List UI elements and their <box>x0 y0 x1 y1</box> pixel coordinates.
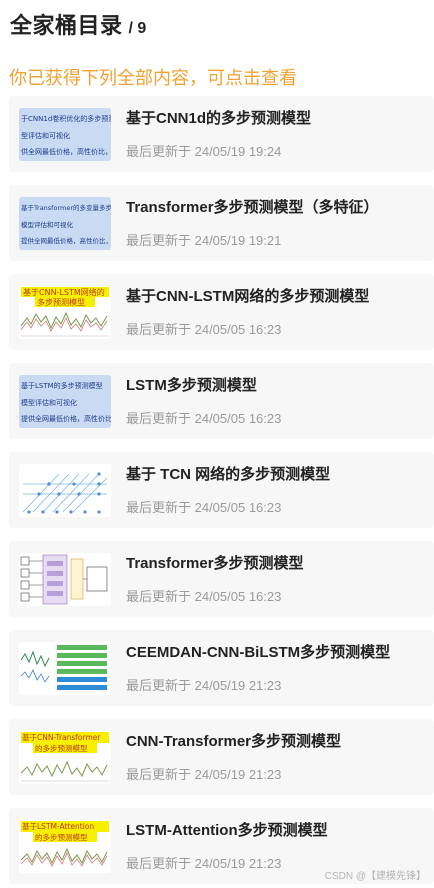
item-updated: 最后更新于 24/05/19 21:23 <box>126 766 282 782</box>
thumb-text: 多步预测模型 <box>37 297 85 307</box>
thumb-text: 型评估和可视化 <box>21 131 70 140</box>
item-updated: 最后更新于 24/05/19 21:23 <box>126 855 282 871</box>
list-item[interactable]: CEEMDAN-CNN-BiLSTM多步预测模型 最后更新于 24/05/19 … <box>9 630 434 706</box>
thumb-text: 供全网最低价格，高性价比，超 <box>21 147 111 156</box>
thumb-text: 模型评估和可视化 <box>21 220 74 229</box>
architecture-diagram-thumbnail <box>19 552 111 606</box>
item-title: CEEMDAN-CNN-BiLSTM多步预测模型 <box>126 643 391 661</box>
list-item[interactable]: 基于 TCN 网络的多步预测模型 最后更新于 24/05/05 16:23 <box>9 452 434 528</box>
thumb-text: 的多步预测模型 <box>35 743 88 753</box>
item-title: 基于CNN1d的多步预测模型 <box>126 109 312 127</box>
item-title: Transformer多步预测模型 <box>126 554 304 572</box>
item-updated: 最后更新于 24/05/19 19:24 <box>126 143 282 159</box>
item-title: LSTM多步预测模型 <box>126 376 257 394</box>
thumb-text: 提供全网最低价格，高性价比， <box>21 414 111 423</box>
thumb-text: 模型评估和可视化 <box>21 398 77 407</box>
chart-thumbnail: 基于CNN-LSTM网络的 多步预测模型 <box>19 285 111 339</box>
thumb-text: 的多步预测模型 <box>35 832 88 842</box>
page-title: 全家桶目录 <box>10 13 123 38</box>
page-header: 全家桶目录 / 9 <box>10 8 146 40</box>
list-item[interactable]: 于CNN1d卷积优化的多步预测 型评估和可视化 供全网最低价格，高性价比，超 基… <box>9 96 434 172</box>
purchased-notice: 你已获得下列全部内容，可点击查看 <box>9 68 297 88</box>
chart-thumbnail: 基于CNN-Transformer 的多步预测模型 <box>19 730 111 784</box>
thumb-text: 于CNN1d卷积优化的多步预测 <box>21 114 111 123</box>
list-item[interactable]: 基于CNN-LSTM网络的 多步预测模型 基于CNN-LSTM网络的多步预测模型… <box>9 274 434 350</box>
list-item[interactable]: Transformer多步预测模型 最后更新于 24/05/05 16:23 <box>9 541 434 617</box>
item-title: 基于 TCN 网络的多步预测模型 <box>126 465 331 483</box>
list-item[interactable]: 基于CNN-Transformer 的多步预测模型 CNN-Transforme… <box>9 719 434 795</box>
content-list: 于CNN1d卷积优化的多步预测 型评估和可视化 供全网最低价格，高性价比，超 基… <box>9 96 434 888</box>
item-updated: 最后更新于 24/05/05 16:23 <box>126 410 282 426</box>
item-title: LSTM-Attention多步预测模型 <box>126 821 328 839</box>
signal-plots-thumbnail <box>19 641 111 695</box>
item-updated: 最后更新于 24/05/05 16:23 <box>126 588 282 604</box>
item-title: 基于CNN-LSTM网络的多步预测模型 <box>126 287 370 305</box>
item-updated: 最后更新于 24/05/05 16:23 <box>126 321 282 337</box>
thumb-text: 基于CNN-LSTM网络的 <box>23 287 105 297</box>
chart-thumbnail: 基于LSTM-Attention 的多步预测模型 <box>19 819 111 873</box>
item-updated: 最后更新于 24/05/19 19:21 <box>126 232 282 248</box>
item-title: CNN-Transformer多步预测模型 <box>126 732 342 750</box>
network-diagram-thumbnail <box>19 463 111 517</box>
text-doc-thumbnail: 基于Transformer的多变量多步预 模型评估和可视化 提供全网最低价格，高… <box>19 196 111 250</box>
list-item[interactable]: 基于LSTM的多步预测模型 模型评估和可视化 提供全网最低价格，高性价比， LS… <box>9 363 434 439</box>
item-title: Transformer多步预测模型（多特征） <box>126 198 379 216</box>
thumb-text: 提供全网最低价格，高性价比，超 <box>21 236 111 245</box>
thumb-text: 基于LSTM的多步预测模型 <box>21 381 103 390</box>
item-updated: 最后更新于 24/05/05 16:23 <box>126 499 282 515</box>
thumb-text: 基于LSTM-Attention <box>22 821 94 831</box>
list-item[interactable]: 基于Transformer的多变量多步预 模型评估和可视化 提供全网最低价格，高… <box>9 185 434 261</box>
watermark-credit: CSDN @【建模先锋】 <box>324 871 426 882</box>
text-doc-thumbnail: 基于LSTM的多步预测模型 模型评估和可视化 提供全网最低价格，高性价比， <box>19 374 111 428</box>
thumb-text: 基于Transformer的多变量多步预 <box>21 203 111 212</box>
item-count: / 9 <box>128 20 147 37</box>
thumb-text: 基于CNN-Transformer <box>22 732 101 742</box>
text-doc-thumbnail: 于CNN1d卷积优化的多步预测 型评估和可视化 供全网最低价格，高性价比，超 <box>19 107 111 161</box>
item-updated: 最后更新于 24/05/19 21:23 <box>126 677 282 693</box>
